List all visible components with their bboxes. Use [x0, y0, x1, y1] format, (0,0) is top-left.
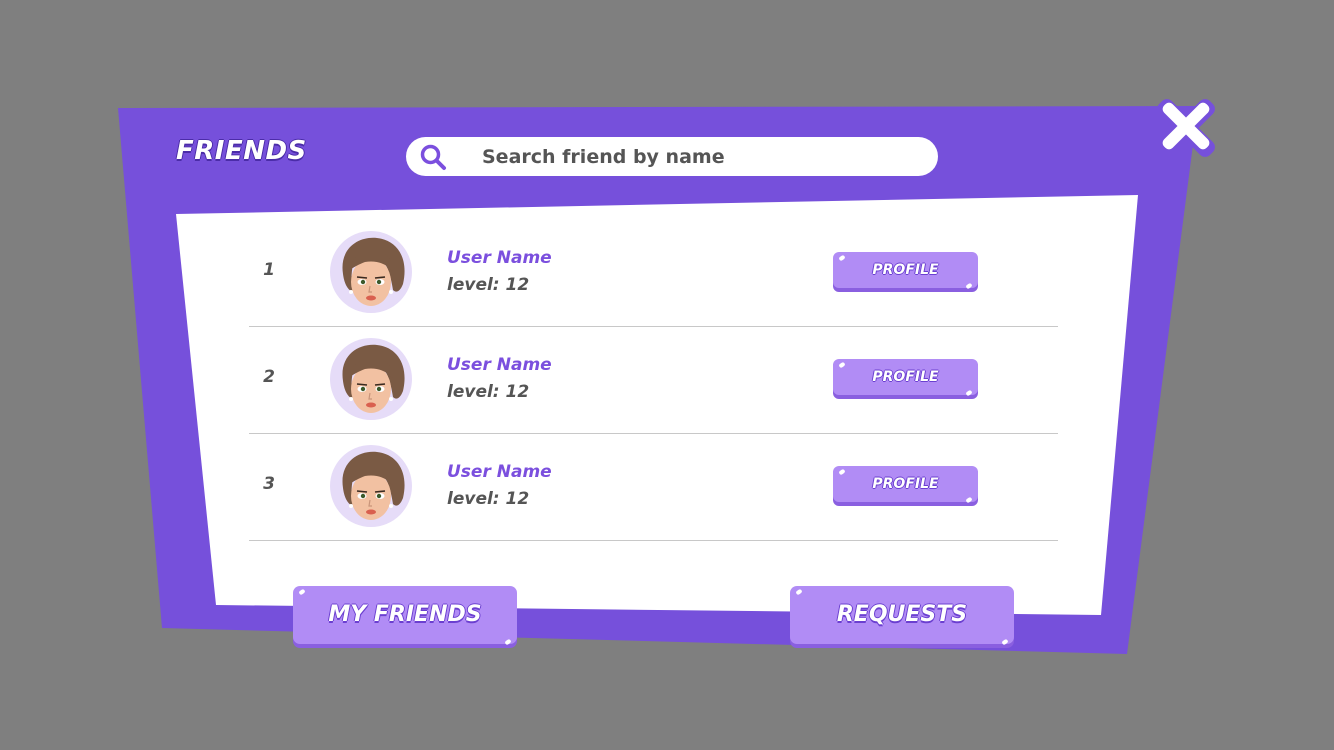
- friend-level: level: 12: [447, 275, 529, 295]
- profile-button-label: PROFILE: [872, 476, 939, 492]
- avatar[interactable]: [329, 337, 413, 421]
- level-value: 12: [505, 382, 530, 402]
- friend-name: User Name: [447, 355, 552, 375]
- friend-list: 1 User Name level: 12 PROFILE 2 User Nam…: [249, 220, 1058, 541]
- avatar[interactable]: [329, 444, 413, 528]
- friend-name: User Name: [447, 248, 552, 268]
- avatar[interactable]: [329, 230, 413, 314]
- requests-button-label: REQUESTS: [836, 602, 968, 627]
- friend-row: 2 User Name level: 12 PROFILE: [249, 327, 1058, 434]
- profile-button[interactable]: PROFILE: [833, 252, 978, 292]
- friend-level: level: 12: [447, 382, 529, 402]
- search-bar[interactable]: [406, 137, 938, 176]
- profile-button[interactable]: PROFILE: [833, 466, 978, 506]
- level-label: level:: [447, 275, 500, 295]
- game-screen: FRIENDS 1: [0, 0, 1334, 750]
- search-input[interactable]: [482, 137, 922, 176]
- close-icon[interactable]: [1146, 90, 1226, 166]
- profile-button-label: PROFILE: [872, 369, 939, 385]
- friend-rank: 2: [263, 367, 275, 387]
- level-label: level:: [447, 382, 500, 402]
- friend-row: 3 User Name level: 12 PROFILE: [249, 434, 1058, 541]
- requests-button[interactable]: REQUESTS: [790, 586, 1014, 648]
- friend-rank: 1: [263, 260, 275, 280]
- profile-button[interactable]: PROFILE: [833, 359, 978, 399]
- friend-name: User Name: [447, 462, 552, 482]
- friend-level: level: 12: [447, 489, 529, 509]
- friend-rank: 3: [263, 474, 275, 494]
- profile-button-label: PROFILE: [872, 262, 939, 278]
- level-value: 12: [505, 275, 530, 295]
- my-friends-button[interactable]: MY FRIENDS: [293, 586, 517, 648]
- level-label: level:: [447, 489, 500, 509]
- search-icon[interactable]: [419, 143, 447, 171]
- friend-row: 1 User Name level: 12 PROFILE: [249, 220, 1058, 327]
- my-friends-button-label: MY FRIENDS: [328, 602, 482, 627]
- panel-title: FRIENDS: [176, 136, 307, 166]
- level-value: 12: [505, 489, 530, 509]
